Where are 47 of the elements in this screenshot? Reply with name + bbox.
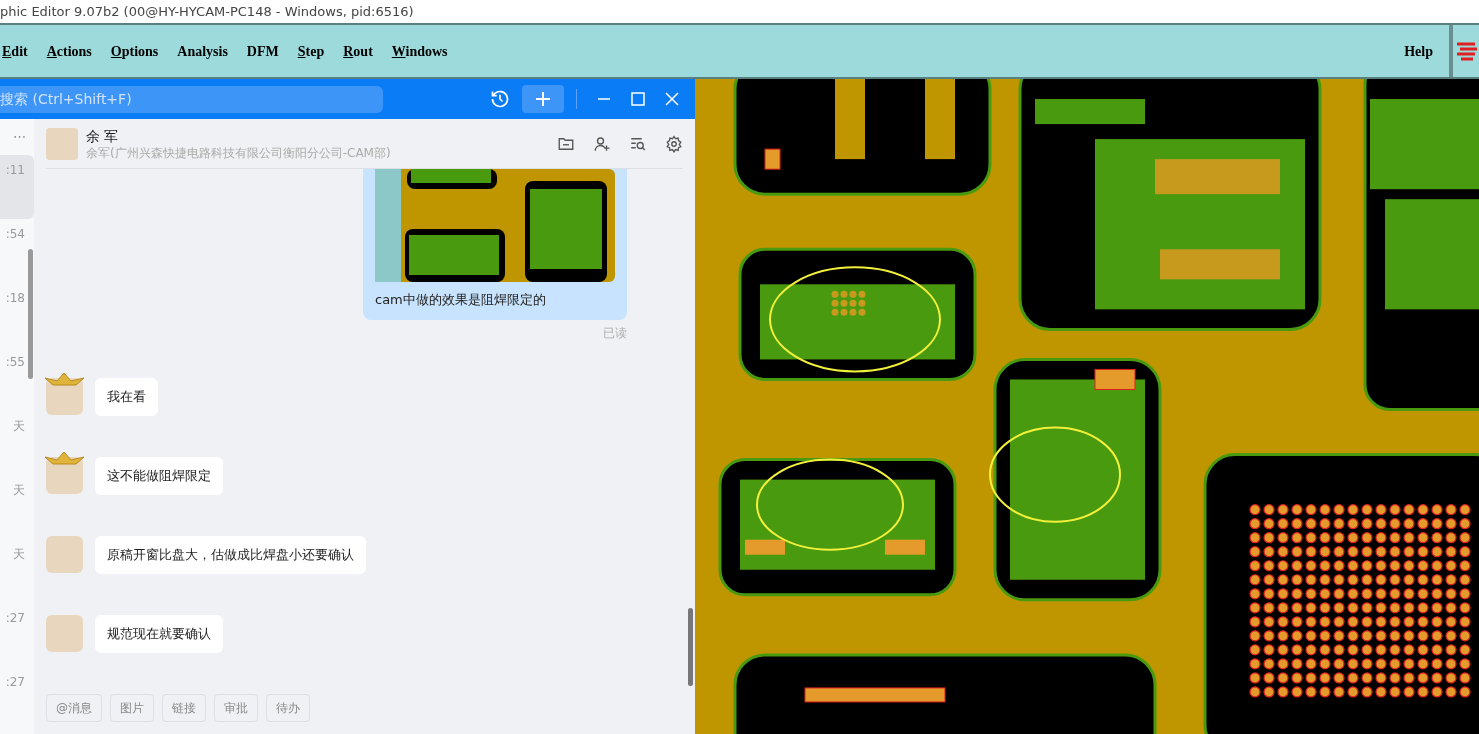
menu-item[interactable]: Windows	[389, 40, 450, 62]
quick-action-button[interactable]: 链接	[162, 694, 206, 722]
menu-item[interactable]: DFM	[244, 40, 281, 62]
conversation-item[interactable]: :27	[0, 667, 34, 731]
settings-icon[interactable]	[665, 134, 683, 153]
conversation-item[interactable]: :11	[0, 155, 34, 219]
more-icon[interactable]: ⋯	[0, 119, 34, 155]
search-field[interactable]: 搜索 (Ctrl+Shift+F)	[0, 85, 383, 113]
quick-action-button[interactable]: 图片	[110, 694, 154, 722]
conversation-item[interactable]: :27	[0, 603, 34, 667]
quick-action-button[interactable]: @消息	[46, 694, 102, 722]
scrollbar[interactable]	[28, 249, 33, 379]
conversation-item[interactable]: :18	[0, 283, 34, 347]
contact-subtitle: 余军(广州兴森快捷电路科技有限公司衡阳分公司-CAM部)	[86, 144, 391, 161]
conversation-item[interactable]: 天	[0, 475, 34, 539]
message-bubble[interactable]: cam中做的效果是阻焊限定的	[363, 169, 627, 320]
scrollbar[interactable]	[688, 608, 693, 686]
close-icon[interactable]	[665, 92, 679, 106]
conversation-item[interactable]: :54	[0, 219, 34, 283]
crown-icon	[43, 450, 86, 465]
menu-item[interactable]: Analysis	[175, 40, 230, 62]
read-status: 已读	[603, 324, 627, 342]
contact-name: 余 军	[86, 126, 120, 145]
conversation-item[interactable]: 天	[0, 539, 34, 603]
plus-icon	[535, 91, 551, 107]
maximize-icon[interactable]	[631, 92, 645, 106]
history-icon[interactable]	[490, 89, 510, 109]
menu-item[interactable]: Step	[295, 40, 327, 62]
menu-item[interactable]: Edit	[0, 40, 30, 62]
message-text: cam中做的效果是阻焊限定的	[375, 291, 547, 309]
quick-action-button[interactable]: 审批	[214, 694, 258, 722]
crown-icon	[43, 371, 86, 386]
menu-item[interactable]: Options	[108, 40, 161, 62]
window-title: phic Editor 9.07b2 (00@HY-HYCAM-PC148 - Windows, pid:6516)	[0, 2, 414, 21]
message-bubble[interactable]: 这不能做阻焊限定	[95, 456, 223, 495]
message-bubble[interactable]: 规范现在就要确认	[95, 614, 223, 653]
logo-icon	[1455, 40, 1477, 62]
conversation-item[interactable]: :55	[0, 347, 34, 411]
message-bubble[interactable]: 原稿开窗比盘大，估做成比焊盘小还要确认	[95, 535, 366, 574]
quick-action-button[interactable]: 待办	[266, 694, 310, 722]
menu-item[interactable]: Rout	[341, 40, 375, 62]
add-user-icon[interactable]	[593, 134, 611, 153]
add-button[interactable]	[522, 85, 564, 113]
conversation-item[interactable]: 天	[0, 411, 34, 475]
pcb-screenshot-drawing[interactable]	[375, 169, 615, 282]
menu-item[interactable]: Actions	[44, 40, 94, 62]
message-bubble[interactable]: 我在看	[95, 377, 158, 416]
